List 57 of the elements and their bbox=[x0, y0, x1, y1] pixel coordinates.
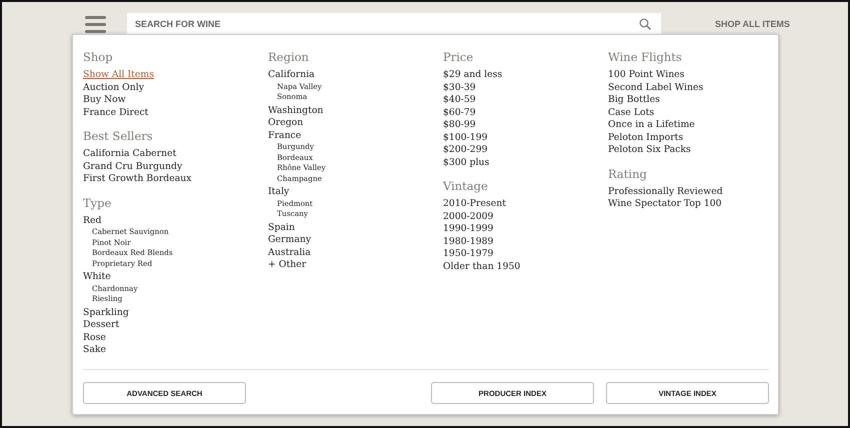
section-heading: Vintage bbox=[443, 180, 489, 193]
menu-link[interactable]: Big Bottles bbox=[608, 94, 769, 106]
menu-link[interactable]: $80-99 bbox=[443, 119, 608, 132]
menu-link[interactable]: First Growth Bordeaux bbox=[83, 173, 268, 186]
menu-link[interactable]: $100-199 bbox=[443, 132, 608, 144]
menu-link[interactable]: Red bbox=[83, 214, 268, 227]
menu-link[interactable]: $30-39 bbox=[443, 82, 608, 94]
menu-link[interactable]: 1980-1989 bbox=[443, 236, 608, 248]
section-heading: Price bbox=[443, 51, 474, 64]
search-field[interactable]: SEARCH FOR WINE bbox=[127, 13, 661, 35]
menu-link[interactable]: Show All Items bbox=[83, 69, 268, 82]
menu-link[interactable]: Italy bbox=[268, 186, 443, 198]
menu-link[interactable]: Spain bbox=[268, 222, 443, 234]
menu-link[interactable]: Case Lots bbox=[608, 106, 769, 119]
menu-link[interactable]: + Other bbox=[268, 259, 443, 272]
section-heading: Wine Flights bbox=[608, 51, 683, 64]
menu-link[interactable]: 1950-1979 bbox=[443, 248, 608, 260]
menu-link[interactable]: Germany bbox=[268, 234, 443, 246]
section-heading: Best Sellers bbox=[83, 130, 154, 143]
menu-link[interactable]: Professionally Reviewed bbox=[608, 186, 769, 198]
menu-link[interactable]: White bbox=[83, 271, 268, 284]
menu-link[interactable]: Peloton Six Packs bbox=[608, 144, 769, 156]
menu-link[interactable]: Grand Cru Burgundy bbox=[83, 160, 268, 173]
menu-link[interactable]: Dessert bbox=[83, 319, 268, 332]
section-heading: Shop bbox=[83, 51, 114, 64]
section-heading: Region bbox=[268, 51, 310, 64]
menu-link[interactable]: 100 Point Wines bbox=[608, 69, 769, 82]
menu-link[interactable]: $200-299 bbox=[443, 144, 608, 156]
menu-link[interactable]: Sake bbox=[83, 344, 268, 356]
section-heading: Type bbox=[83, 196, 112, 210]
menu-link[interactable]: Buy Now bbox=[83, 94, 268, 106]
menu-link[interactable]: Once in a Lifetime bbox=[608, 119, 769, 132]
menu-link[interactable]: $300 plus bbox=[443, 156, 608, 169]
menu-link[interactable]: France Direct bbox=[83, 106, 268, 119]
menu-link[interactable]: Rose bbox=[83, 332, 268, 344]
menu-link[interactable]: Wine Spectator Top 100 bbox=[608, 198, 769, 210]
menu-link[interactable]: California Cabernet bbox=[83, 148, 268, 160]
menu-link[interactable]: Peloton Imports bbox=[608, 132, 769, 144]
menu-link[interactable]: Auction Only bbox=[83, 82, 268, 94]
menu-link[interactable]: Oregon bbox=[268, 117, 443, 130]
search-icon[interactable] bbox=[639, 18, 651, 30]
menu-link[interactable]: 1990-1999 bbox=[443, 223, 608, 236]
menu-link[interactable]: Australia bbox=[268, 246, 443, 259]
menu-link[interactable]: $29 and less bbox=[443, 69, 608, 82]
menu-link[interactable]: Washington bbox=[268, 104, 443, 117]
menu-icon[interactable] bbox=[85, 16, 106, 32]
menu-link[interactable]: Second Label Wines bbox=[608, 82, 769, 94]
menu-link[interactable]: $40-59 bbox=[443, 94, 608, 106]
menu-link[interactable]: 2010-Present bbox=[443, 198, 608, 210]
menu-link[interactable]: France bbox=[268, 130, 443, 142]
menu-link[interactable]: 2000-2009 bbox=[443, 210, 608, 223]
menu-link[interactable]: California bbox=[268, 69, 443, 82]
menu-link[interactable]: Sparkling bbox=[83, 306, 268, 319]
shop-all-link[interactable]: SHOP ALL ITEMS bbox=[715, 19, 790, 29]
menu-link[interactable]: $60-79 bbox=[443, 106, 608, 119]
section-heading: Rating bbox=[608, 168, 648, 180]
menu-link[interactable]: Older than 1950 bbox=[443, 260, 608, 273]
